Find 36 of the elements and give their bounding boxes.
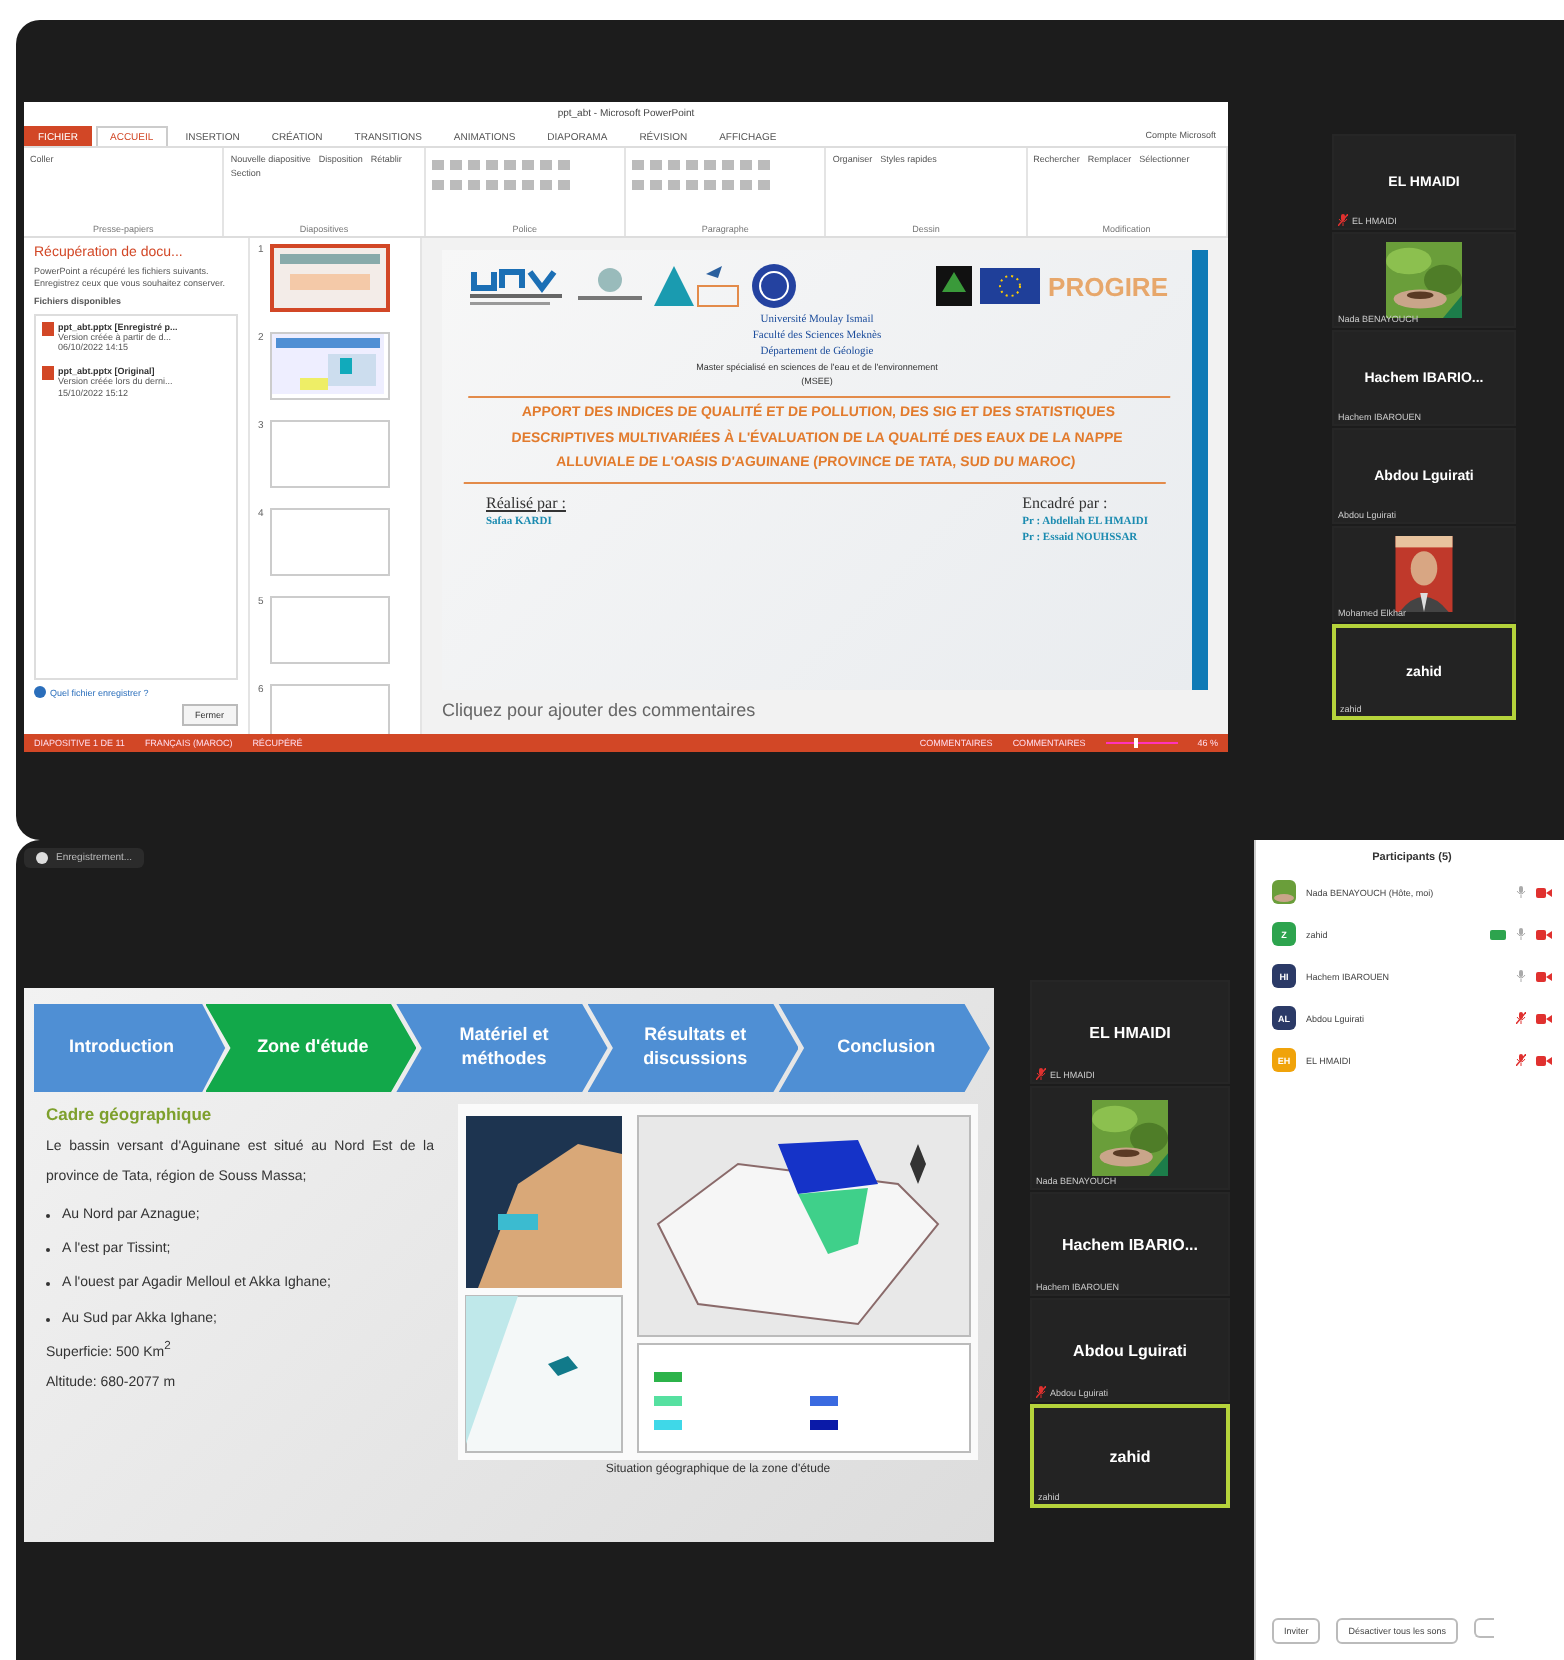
slide-thumbnail[interactable] bbox=[269, 508, 390, 576]
muted-microphone-icon bbox=[1516, 1054, 1526, 1066]
step-chevron: Matériel et méthodes bbox=[396, 1004, 608, 1092]
slide-thumbnail[interactable] bbox=[269, 684, 390, 734]
file-icon bbox=[42, 366, 54, 381]
muted-microphone-icon bbox=[1036, 1068, 1046, 1080]
participant-name: EL HMAIDI bbox=[1089, 1023, 1171, 1041]
help-icon bbox=[34, 686, 46, 698]
muted-microphone-icon bbox=[1338, 214, 1348, 226]
microphone-icon bbox=[1516, 970, 1526, 982]
microphone-icon bbox=[1516, 928, 1526, 940]
notes-field[interactable]: Cliquez pour ajouter des commentaires bbox=[442, 690, 1208, 730]
participant-name: zahid bbox=[1109, 1447, 1151, 1465]
partner-logo: PROGIRE bbox=[1048, 271, 1168, 301]
supervisor-label: Encadré par : bbox=[1022, 493, 1110, 512]
slide-preview-drawing bbox=[271, 334, 384, 394]
muted-microphone-icon bbox=[1036, 1386, 1046, 1398]
muted-microphone-icon bbox=[1516, 1012, 1526, 1024]
flag-icon bbox=[980, 268, 1041, 304]
slide-thumbnail[interactable] bbox=[269, 420, 390, 488]
university-logo-icon bbox=[466, 264, 566, 308]
slide-thumbnail[interactable] bbox=[269, 596, 390, 664]
author-label: Réalisé par : bbox=[486, 493, 566, 512]
step-chevron: Résultats et discussions bbox=[587, 1004, 799, 1092]
recording-icon bbox=[36, 852, 48, 864]
participant-name: Abdou Lguirati bbox=[1073, 1341, 1187, 1359]
file-icon bbox=[42, 321, 54, 336]
step-chevron: Conclusion bbox=[778, 1004, 990, 1092]
slide-thumbnail[interactable] bbox=[269, 244, 390, 312]
slide-preview-drawing bbox=[273, 248, 386, 308]
slide-thumbnail[interactable] bbox=[269, 332, 390, 400]
seal-icon bbox=[750, 262, 798, 310]
microphone-icon bbox=[1516, 886, 1526, 898]
participant-name: Hachem IBARIO... bbox=[1061, 1235, 1198, 1253]
section-heading: Cadre géographique bbox=[46, 1104, 214, 1124]
step-chevron: Zone d'étude bbox=[205, 1004, 417, 1092]
